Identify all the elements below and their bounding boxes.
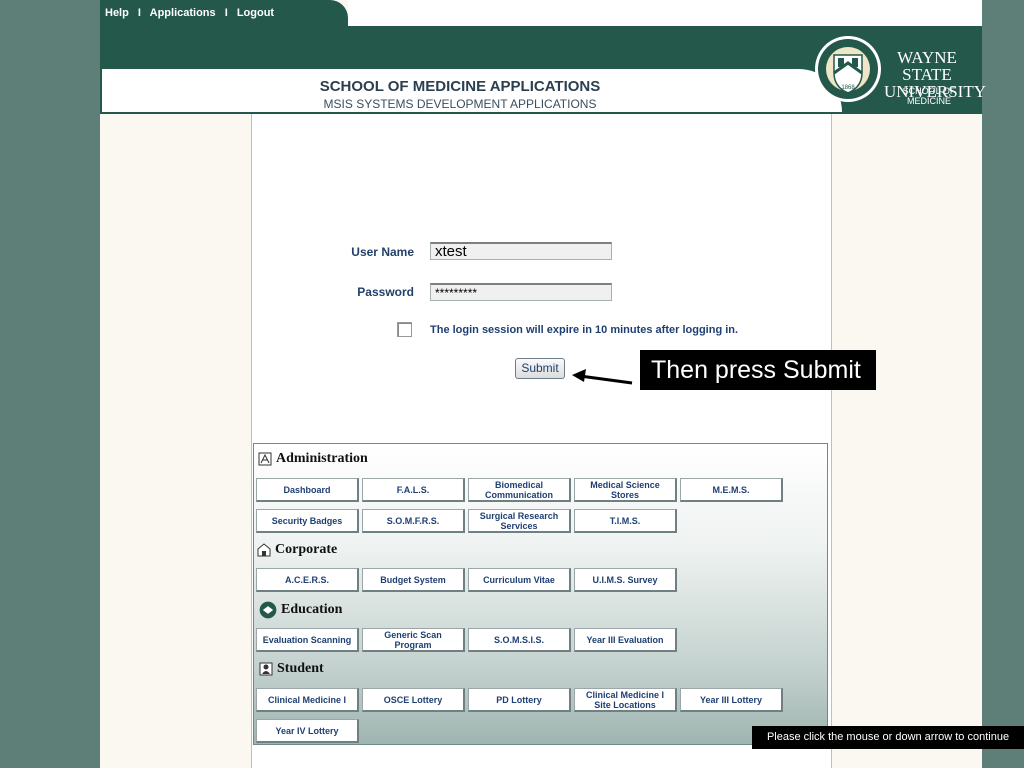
top-strip bbox=[348, 0, 982, 26]
logo-line-school: SCHOOL OF MEDICINE bbox=[902, 86, 956, 106]
submit-button[interactable]: Submit bbox=[515, 358, 565, 379]
app-button-clinical-medicine-site-locations[interactable]: Clinical Medicine I Site Locations bbox=[574, 688, 677, 712]
category-education: Education bbox=[259, 601, 342, 619]
applications-link[interactable]: Applications bbox=[150, 7, 216, 19]
app-button-biomedical-communication[interactable]: Biomedical Communication bbox=[468, 478, 571, 502]
page-subtitle: MSIS SYSTEMS DEVELOPMENT APPLICATIONS bbox=[323, 97, 597, 111]
username-label: User Name bbox=[351, 245, 414, 259]
app-button-generic-scan-program[interactable]: Generic Scan Program bbox=[362, 628, 465, 652]
username-field[interactable]: xtest bbox=[430, 242, 612, 260]
app-button-evaluation-scanning[interactable]: Evaluation Scanning bbox=[256, 628, 359, 652]
university-seal-icon: 1868 bbox=[815, 36, 881, 102]
nav-separator: I bbox=[137, 7, 141, 19]
category-student: Student bbox=[259, 661, 324, 677]
building-icon bbox=[257, 543, 271, 557]
category-title: Administration bbox=[276, 451, 368, 466]
student-icon bbox=[259, 662, 273, 676]
app-button-budget-system[interactable]: Budget System bbox=[362, 568, 465, 592]
session-note: The login session will expire in 10 minu… bbox=[430, 324, 739, 336]
logo-line-wayne: WAYNE STATE bbox=[897, 48, 957, 84]
category-corporate: Corporate bbox=[257, 542, 337, 558]
app-button-osce-lottery[interactable]: OSCE Lottery bbox=[362, 688, 465, 712]
app-button-somfrs[interactable]: S.O.M.F.R.S. bbox=[362, 509, 465, 533]
callout-label: Then press Submit bbox=[640, 350, 876, 390]
help-link[interactable]: Help bbox=[105, 7, 129, 19]
category-title: Corporate bbox=[275, 542, 338, 557]
category-title: Education bbox=[281, 602, 343, 618]
session-checkbox[interactable] bbox=[397, 322, 412, 337]
nav-separator: I bbox=[224, 7, 228, 19]
app-button-curriculum-vitae[interactable]: Curriculum Vitae bbox=[468, 568, 571, 592]
app-button-year-iii-evaluation[interactable]: Year III Evaluation bbox=[574, 628, 677, 652]
arrow-left-icon bbox=[572, 369, 633, 385]
logout-link[interactable]: Logout bbox=[237, 7, 274, 19]
seal-year: 1868 bbox=[841, 85, 855, 91]
education-icon bbox=[259, 601, 277, 619]
app-button-tims[interactable]: T.I.M.S. bbox=[574, 509, 677, 533]
app-button-year-iii-lottery[interactable]: Year III Lottery bbox=[680, 688, 783, 712]
app-button-medical-science-stores[interactable]: Medical Science Stores bbox=[574, 478, 677, 502]
password-field[interactable]: ********* bbox=[430, 283, 612, 301]
app-button-security-badges[interactable]: Security Badges bbox=[256, 509, 359, 533]
password-label: Password bbox=[357, 285, 414, 299]
category-title: Student bbox=[277, 661, 324, 676]
app-button-somsis[interactable]: S.O.M.S.I.S. bbox=[468, 628, 571, 652]
app-button-fals[interactable]: F.A.L.S. bbox=[362, 478, 465, 502]
app-button-mems[interactable]: M.E.M.S. bbox=[680, 478, 783, 502]
app-button-acers[interactable]: A.C.E.R.S. bbox=[256, 568, 359, 592]
app-button-pd-lottery[interactable]: PD Lottery bbox=[468, 688, 571, 712]
app-button-surgical-research-services[interactable]: Surgical Research Services bbox=[468, 509, 571, 533]
administration-icon bbox=[258, 452, 272, 466]
top-nav-links: Help I Applications I Logout bbox=[105, 7, 274, 19]
category-administration: Administration bbox=[258, 451, 368, 467]
app-button-dashboard[interactable]: Dashboard bbox=[256, 478, 359, 502]
app-button-clinical-medicine-i[interactable]: Clinical Medicine I bbox=[256, 688, 359, 712]
app-button-year-iv-lottery[interactable]: Year IV Lottery bbox=[256, 719, 359, 743]
app-button-uims-survey[interactable]: U.I.M.S. Survey bbox=[574, 568, 677, 592]
page-title: SCHOOL OF MEDICINE APPLICATIONS bbox=[319, 78, 601, 95]
continue-hint: Please click the mouse or down arrow to … bbox=[752, 726, 1024, 749]
